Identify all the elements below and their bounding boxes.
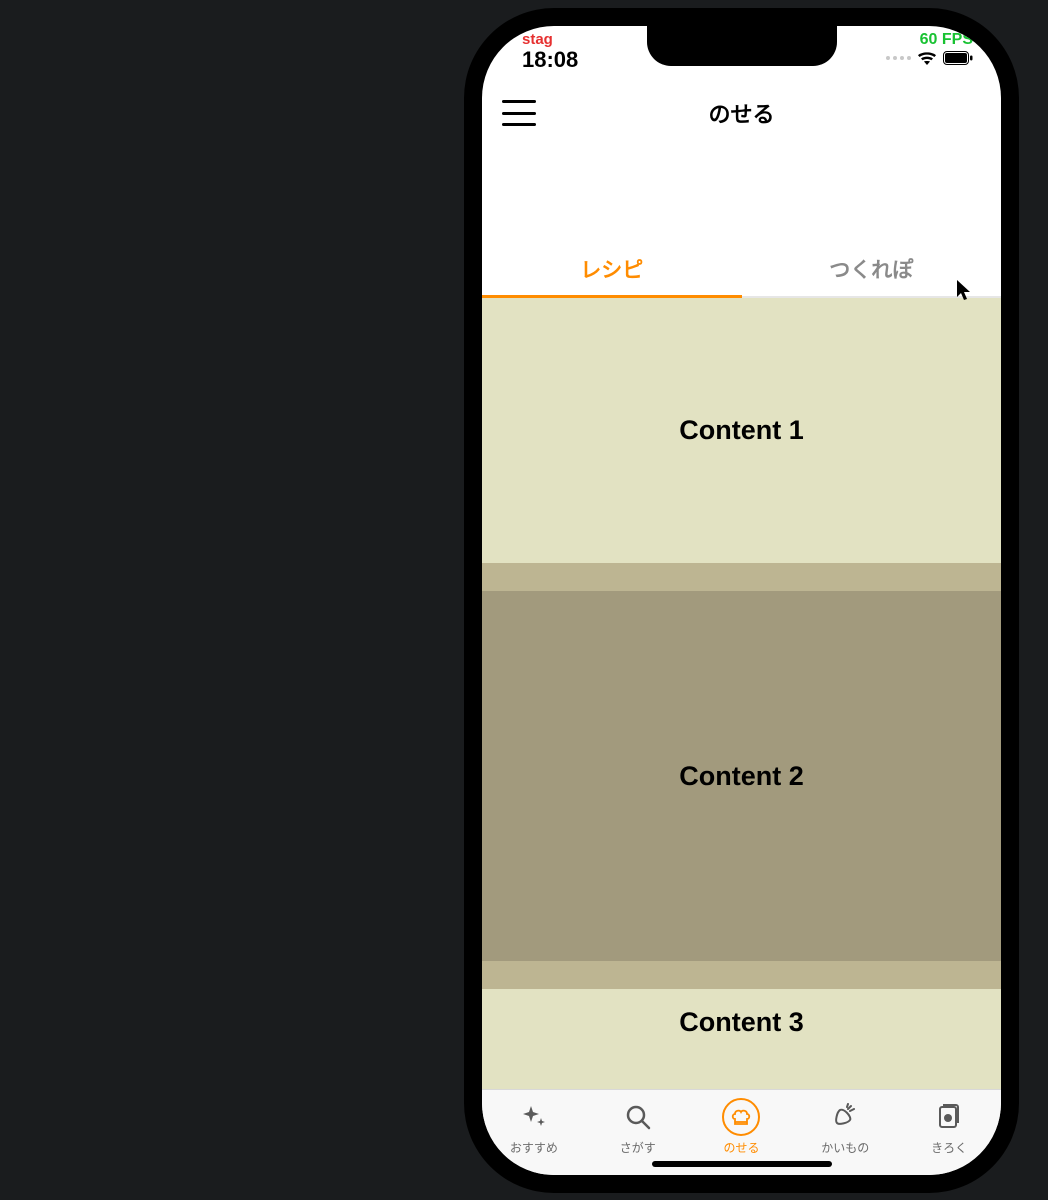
phone-frame: stag 18:08 60 FPS: [464, 8, 1019, 1193]
tab-recipe[interactable]: レシピ: [482, 242, 742, 296]
content-label: Content 1: [679, 415, 804, 446]
chef-hat-icon: [722, 1098, 760, 1136]
search-icon: [619, 1098, 657, 1136]
content-block[interactable]: Content 2: [482, 591, 1001, 961]
bottom-tab-sagasu[interactable]: さがす: [586, 1098, 690, 1156]
phone-screen: stag 18:08 60 FPS: [482, 26, 1001, 1175]
page-title: のせる: [708, 97, 774, 129]
status-left: stag 18:08: [522, 32, 578, 71]
content-label: Content 2: [679, 761, 804, 792]
card-icon: [930, 1098, 968, 1136]
bottom-tab-kiroku[interactable]: きろく: [897, 1098, 1001, 1156]
bottom-tab-kaimono[interactable]: かいもの: [793, 1098, 897, 1156]
battery-icon: [943, 51, 973, 65]
bottom-tab-label: きろく: [931, 1139, 967, 1156]
bottom-tab-label: さがす: [620, 1139, 656, 1156]
content-block[interactable]: Content 1: [482, 298, 1001, 563]
fps-counter: 60 FPS: [920, 32, 973, 49]
tab-tsukurepo[interactable]: つくれぽ: [742, 242, 1002, 296]
menu-button[interactable]: [502, 100, 536, 126]
bottom-tab-label: のせる: [723, 1139, 759, 1156]
section-divider: [482, 563, 1001, 591]
notch: [647, 26, 837, 66]
tab-label: レシピ: [580, 254, 643, 284]
status-indicators: [886, 51, 973, 66]
stag-label: stag: [522, 32, 578, 48]
hamburger-icon: [502, 100, 536, 103]
nav-bar: のせる: [482, 82, 1001, 144]
home-indicator[interactable]: [652, 1161, 832, 1167]
content-block[interactable]: Content 3: [482, 989, 1001, 1089]
wifi-icon: [917, 51, 937, 66]
header-spacer: [482, 144, 1001, 242]
segment-tabs: レシピ つくれぽ: [482, 242, 1001, 298]
content-scroll[interactable]: Content 1 Content 2 Content 3: [482, 298, 1001, 1089]
tab-label: つくれぽ: [829, 254, 913, 284]
bottom-tab-osusume[interactable]: おすすめ: [482, 1098, 586, 1156]
cellular-dots-icon: [886, 56, 911, 60]
carrot-icon: [826, 1098, 864, 1136]
sparkle-icon: [515, 1098, 553, 1136]
section-divider: [482, 961, 1001, 989]
status-clock: 18:08: [522, 48, 578, 71]
status-right: 60 FPS: [886, 32, 973, 66]
bottom-tab-noseru[interactable]: のせる: [690, 1098, 794, 1156]
bottom-tab-label: かいもの: [821, 1139, 869, 1156]
content-label: Content 3: [679, 1007, 804, 1038]
bottom-tab-label: おすすめ: [510, 1139, 558, 1156]
